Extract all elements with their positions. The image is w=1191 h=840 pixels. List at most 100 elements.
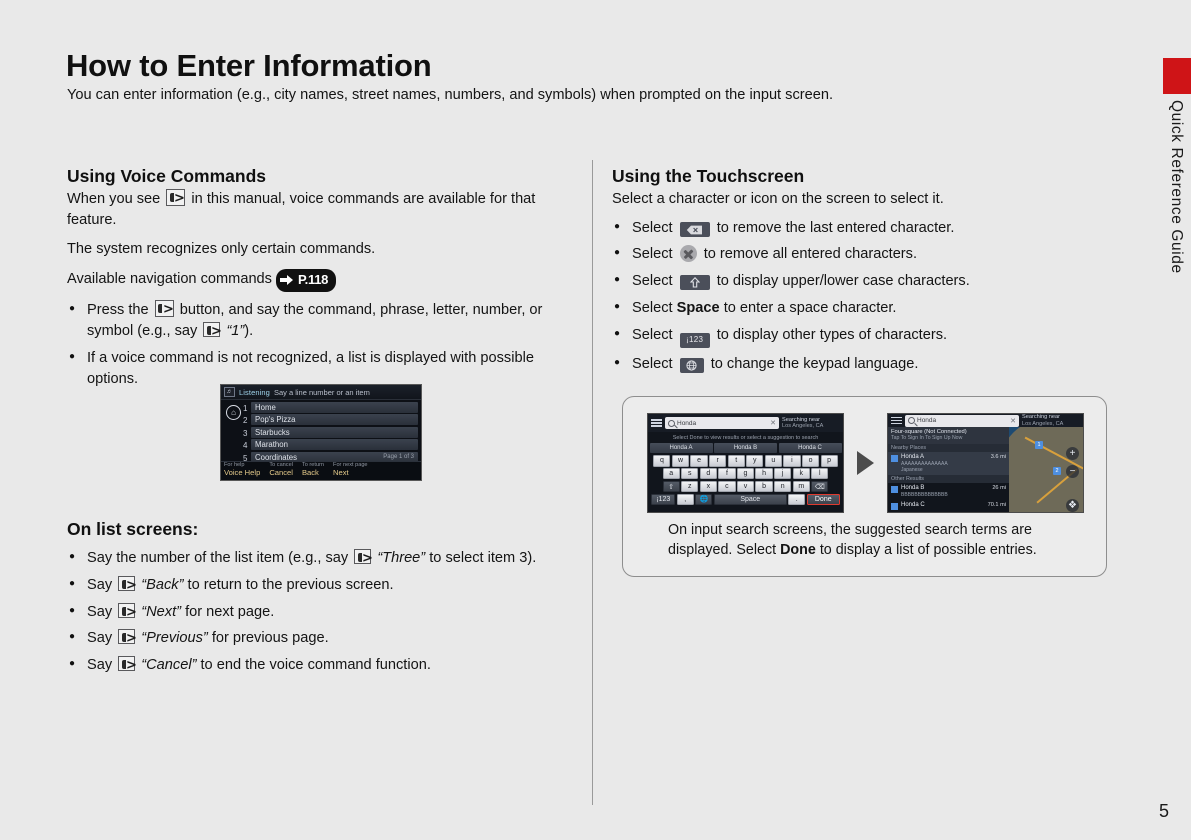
suggestion-button[interactable]: Honda C (778, 443, 842, 453)
result-item[interactable]: Honda A AAAAAAAAAAAAAA Japanese 3.6 mi (888, 451, 1009, 475)
keyboard-row: ¡123 , 🌐 Space . Done (650, 493, 842, 506)
key[interactable]: h (755, 467, 773, 480)
bullet-text: If a voice command is not recognized, a … (87, 349, 534, 387)
key[interactable]: j (774, 467, 792, 480)
page-title: How to Enter Information (66, 48, 432, 83)
key[interactable]: f (718, 467, 736, 480)
navshot-row-list: Home Pop's Pizza Starbucks Marathon Coor… (251, 402, 421, 463)
key[interactable]: v (736, 480, 755, 493)
key[interactable]: x (699, 480, 717, 493)
clear-x-icon[interactable]: ✕ (770, 419, 776, 427)
hamburger-menu-icon[interactable] (891, 416, 902, 425)
key[interactable]: y (746, 455, 764, 467)
result-distance: 26 mi (992, 484, 1006, 491)
result-category: Japanese (901, 466, 923, 473)
key[interactable]: r (709, 455, 727, 467)
caption-done-label: Done (780, 541, 816, 558)
navshot-list-row[interactable]: Pop's Pizza (251, 414, 418, 426)
key[interactable]: t (727, 455, 745, 467)
key[interactable]: b (755, 480, 773, 493)
foursquare-banner[interactable]: Four-square (Not Connected) Tap To Sign … (888, 427, 1009, 444)
search-input[interactable]: Honda ✕ (905, 414, 1019, 427)
bullet-text-b: to return to the previous screen. (187, 576, 394, 593)
key[interactable]: m (792, 480, 810, 493)
key[interactable]: w (671, 455, 690, 467)
navshot-bottom-item[interactable]: For next page Next (333, 462, 368, 480)
done-key[interactable]: Done (806, 493, 840, 506)
page-reference-badge[interactable]: P.118 (275, 268, 337, 293)
voice-recognize-line: The system recognizes only certain comma… (67, 241, 376, 257)
result-title: Honda A (901, 453, 925, 460)
key[interactable]: c (718, 480, 736, 493)
key[interactable]: u (764, 455, 782, 467)
results-group-header: Nearby Places (888, 443, 1009, 452)
key[interactable]: l (811, 467, 829, 480)
list-item: Select to display upper/lower case chara… (612, 270, 1052, 292)
key[interactable]: z (681, 480, 699, 493)
navshot-bottom-main: Back (301, 467, 319, 477)
globe-key[interactable]: 🌐 (695, 493, 713, 506)
list-item: Say “Cancel” to end the voice command fu… (67, 654, 577, 676)
zoom-in-button[interactable]: + (1066, 447, 1079, 460)
page-number: 5 (1158, 801, 1169, 821)
suggestion-row: Honda A Honda B Honda C (648, 443, 843, 453)
arrow-right-icon (279, 274, 295, 286)
touchscreen-bullet-list: Select to remove the last entered charac… (612, 217, 1052, 375)
navshot-bottom-item[interactable]: To return Back (301, 462, 324, 480)
result-item[interactable]: Honda B BBBBBBBBBBBBBB 26 mi (888, 483, 1009, 500)
expand-icon[interactable]: ❖ (1066, 499, 1079, 512)
key[interactable]: a (662, 467, 680, 480)
bullet-text-b: to remove all entered characters. (703, 246, 918, 263)
shift-key[interactable]: ⇧ (662, 480, 680, 493)
bullet-text-b: for previous page. (211, 630, 329, 647)
map-view[interactable]: 1 2 + − ❖ (1009, 427, 1083, 512)
search-input[interactable]: Honda ✕ (665, 417, 779, 429)
bullet-quote: “1” (226, 323, 245, 340)
voice-command-icon (118, 575, 136, 591)
result-item[interactable]: Honda C 70.1 mi (888, 500, 1009, 512)
space-key[interactable]: Space (713, 493, 787, 506)
navshot-list-row[interactable]: Starbucks (251, 426, 418, 438)
voice-intro-part-a: When you see (67, 191, 161, 207)
key[interactable]: s (681, 467, 699, 480)
symbols-123-key[interactable]: ¡123 (651, 493, 676, 506)
key[interactable]: q (653, 455, 671, 467)
zoom-out-button[interactable]: − (1066, 465, 1079, 478)
voice-bullet-list: Press the button, and say the command, p… (67, 299, 577, 389)
column-divider (592, 160, 593, 805)
backspace-key[interactable]: ⌫ (811, 480, 829, 493)
clear-x-icon[interactable]: ✕ (1010, 417, 1016, 425)
key[interactable]: p (820, 455, 838, 467)
result-distance: 3.6 mi (990, 453, 1006, 460)
navshot-bottom-item[interactable]: For help Voice Help (224, 462, 260, 480)
search-icon (668, 419, 675, 427)
touchscreen-intro: Select a character or icon on the screen… (612, 191, 944, 207)
key[interactable]: k (792, 467, 810, 480)
bullet-text-a: Say (87, 630, 113, 647)
navshot-list-row[interactable]: Home (251, 402, 418, 413)
suggestion-button[interactable]: Honda B (714, 443, 777, 453)
navshot-bottom-item[interactable]: To cancel Cancel (269, 462, 293, 480)
navshot-row-label: Pop's Pizza (255, 415, 296, 425)
voice-command-icon (354, 549, 372, 564)
key[interactable]: i (783, 455, 801, 467)
list-item: Say the number of the list item (e.g., s… (67, 547, 577, 569)
navshot-list-row[interactable]: Marathon (251, 439, 418, 451)
bullet-text-a: Say the number of the list item (e.g., s… (87, 550, 349, 566)
period-key[interactable]: . (788, 493, 806, 506)
bullet-text-b: to display other types of characters. (716, 326, 948, 343)
suggestion-button[interactable]: Honda A (649, 443, 713, 453)
arrow-right-icon (857, 451, 874, 475)
comma-key[interactable]: , (676, 493, 694, 506)
key[interactable]: o (801, 455, 820, 467)
key[interactable]: e (690, 455, 708, 467)
result-marker-icon (891, 485, 898, 493)
bullet-text-a: Say (87, 603, 113, 620)
results-main: Four-square (Not Connected) Tap To Sign … (888, 427, 1083, 512)
map-pin[interactable]: 2 (1053, 467, 1061, 475)
key[interactable]: g (736, 467, 755, 480)
key[interactable]: d (699, 467, 717, 480)
hamburger-menu-icon[interactable] (651, 419, 662, 427)
key[interactable]: n (774, 480, 792, 493)
map-pin[interactable]: 1 (1035, 441, 1043, 449)
